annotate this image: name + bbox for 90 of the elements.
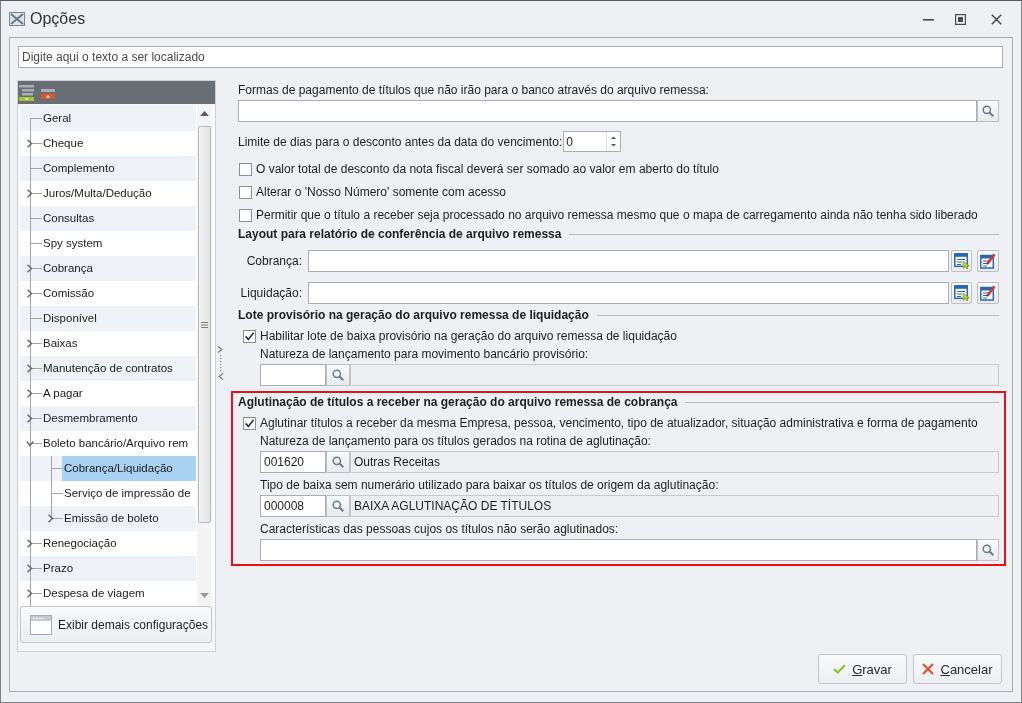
search-icon	[982, 105, 994, 117]
scroll-up-icon[interactable]	[200, 111, 209, 116]
field-label: Natureza de lançamento para movimento bancário provisório:	[260, 346, 590, 362]
chevron-right-icon[interactable]	[26, 289, 34, 298]
app-logo-icon	[9, 11, 25, 27]
search-icon	[982, 544, 994, 556]
section-title: Layout para relatório de conferência de arquivo remessa	[238, 227, 562, 241]
description-field[interactable]	[350, 364, 999, 386]
bars-down-icon[interactable]	[19, 84, 34, 101]
document-pencil-icon	[980, 253, 996, 269]
code-field[interactable]	[260, 364, 326, 386]
window-icon	[30, 614, 52, 635]
search-field[interactable]: Digite aqui o texto a ser localizado	[18, 46, 1003, 68]
checkbox-label: Alterar o 'Nosso Número' somente com acesso	[256, 185, 506, 199]
bars-up-icon[interactable]	[41, 88, 55, 99]
cross-icon	[922, 663, 935, 675]
input-field[interactable]	[308, 282, 949, 304]
input-field[interactable]	[260, 539, 977, 561]
check-icon	[833, 664, 847, 674]
checkbox-label: Aglutinar títulos a receber da mesma Empresa, pessoa, vencimento, tipo de atualizador, situação administrativa e forma de pagamento	[260, 416, 978, 430]
lookup-button[interactable]	[326, 451, 350, 473]
document-pencil-icon	[980, 285, 996, 301]
tree-item[interactable]: Emissão de boleto	[20, 506, 196, 531]
checkbox[interactable]	[239, 208, 252, 222]
edit-report-button[interactable]	[977, 282, 999, 304]
checkbox-label: O valor total de desconto da nota fiscal deverá ser somado ao valor em aberto do título	[256, 162, 719, 176]
checkbox[interactable]	[239, 162, 252, 176]
search-button[interactable]	[977, 100, 999, 122]
up-down-arrows-icon[interactable]	[606, 131, 622, 152]
chevron-right-icon[interactable]	[26, 389, 34, 398]
edit-report-button[interactable]	[977, 250, 999, 272]
search-icon	[332, 369, 344, 381]
code-field[interactable]: 001620	[260, 451, 326, 473]
close-icon[interactable]	[991, 13, 1002, 25]
field-label: Natureza de lançamento para os títulos gerados na rotina de aglutinação:	[260, 433, 652, 449]
confirm-button[interactable]: Gravar	[818, 654, 907, 684]
report-button[interactable]	[951, 250, 972, 272]
field-label: Formas de pagamento de títulos que não irão para o banco através do arquivo remessa:	[238, 82, 710, 98]
field-label: Cobrança:	[245, 254, 302, 268]
chevron-down-icon[interactable]	[26, 439, 34, 448]
code-field[interactable]: 000008	[260, 495, 326, 517]
cancel-button[interactable]: Cancelar	[913, 654, 1002, 684]
chevron-right-icon[interactable]	[26, 139, 34, 148]
scroll-down-icon[interactable]	[200, 593, 209, 598]
tree-item[interactable]: Cobrança	[20, 256, 196, 281]
tree-item[interactable]: Manutenção de contratos	[20, 356, 196, 381]
chevron-right-icon[interactable]	[26, 339, 34, 348]
tree-item[interactable]: Geral	[20, 106, 196, 131]
chevron-right-icon[interactable]	[47, 514, 55, 523]
tree-item[interactable]: Complemento	[20, 156, 196, 181]
splitter-grip-icon[interactable]	[217, 346, 224, 380]
input-field[interactable]	[238, 100, 977, 122]
chevron-right-icon[interactable]	[26, 564, 34, 573]
section-title: Lote provisório na geração do arquivo remessa de liquidação	[238, 308, 589, 322]
tree-item[interactable]: Cobrança/Liquidação	[20, 456, 196, 481]
report-button[interactable]	[951, 282, 972, 304]
search-icon	[332, 500, 344, 512]
scrollbar-thumb[interactable]	[198, 126, 211, 523]
lookup-button[interactable]	[326, 364, 350, 386]
field-label: Características das pessoas cujos os títulos não serão aglutinados:	[260, 521, 620, 537]
scrollbar[interactable]	[197, 106, 212, 606]
grip-icon	[201, 321, 208, 328]
window-title: Opções	[30, 10, 86, 28]
field-label: Limite de dias para o desconto antes da data do vencimento:	[238, 133, 563, 150]
description-field[interactable]: BAIXA AGLUTINAÇÃO DE TÍTULOS	[350, 495, 999, 517]
field-label: Liquidação:	[239, 286, 302, 300]
chevron-right-icon[interactable]	[26, 264, 34, 273]
chevron-right-icon[interactable]	[26, 414, 34, 423]
checkbox[interactable]	[243, 416, 256, 430]
field-label: Tipo de baixa sem numerário utilizado para baixar os títulos de origem da aglutinação:	[260, 477, 720, 493]
checkbox-label: Permitir que o título a receber seja processado no arquivo remessa mesmo que o mapa de carregamento ainda não tenha sido liberado	[256, 208, 978, 222]
tree-item[interactable]: Desmembramento	[20, 406, 196, 431]
section-title: Aglutinação de títulos a receber na geração do arquivo remessa de cobrança	[238, 395, 678, 409]
tree-item[interactable]: Prazo	[20, 556, 196, 581]
tree-item[interactable]: Disponível	[20, 306, 196, 331]
restore-icon[interactable]	[955, 13, 966, 25]
input-field[interactable]	[308, 250, 949, 272]
tree-item[interactable]: Consultas	[20, 206, 196, 231]
checkbox[interactable]	[243, 329, 256, 343]
chevron-right-icon[interactable]	[26, 539, 34, 548]
checkbox[interactable]	[239, 185, 252, 199]
chevron-right-icon[interactable]	[26, 189, 34, 198]
description-field[interactable]: Outras Receitas	[350, 451, 999, 473]
chevron-right-icon[interactable]	[26, 364, 34, 373]
checkbox-label: Habilitar lote de baixa provisório na geração do arquivo remessa de liquidação	[260, 329, 677, 343]
chevron-right-icon[interactable]	[26, 589, 34, 598]
search-icon	[332, 456, 344, 468]
lookup-button[interactable]	[326, 495, 350, 517]
search-button[interactable]	[977, 539, 999, 561]
show-more-button[interactable]: Exibir demais configurações	[20, 606, 212, 643]
